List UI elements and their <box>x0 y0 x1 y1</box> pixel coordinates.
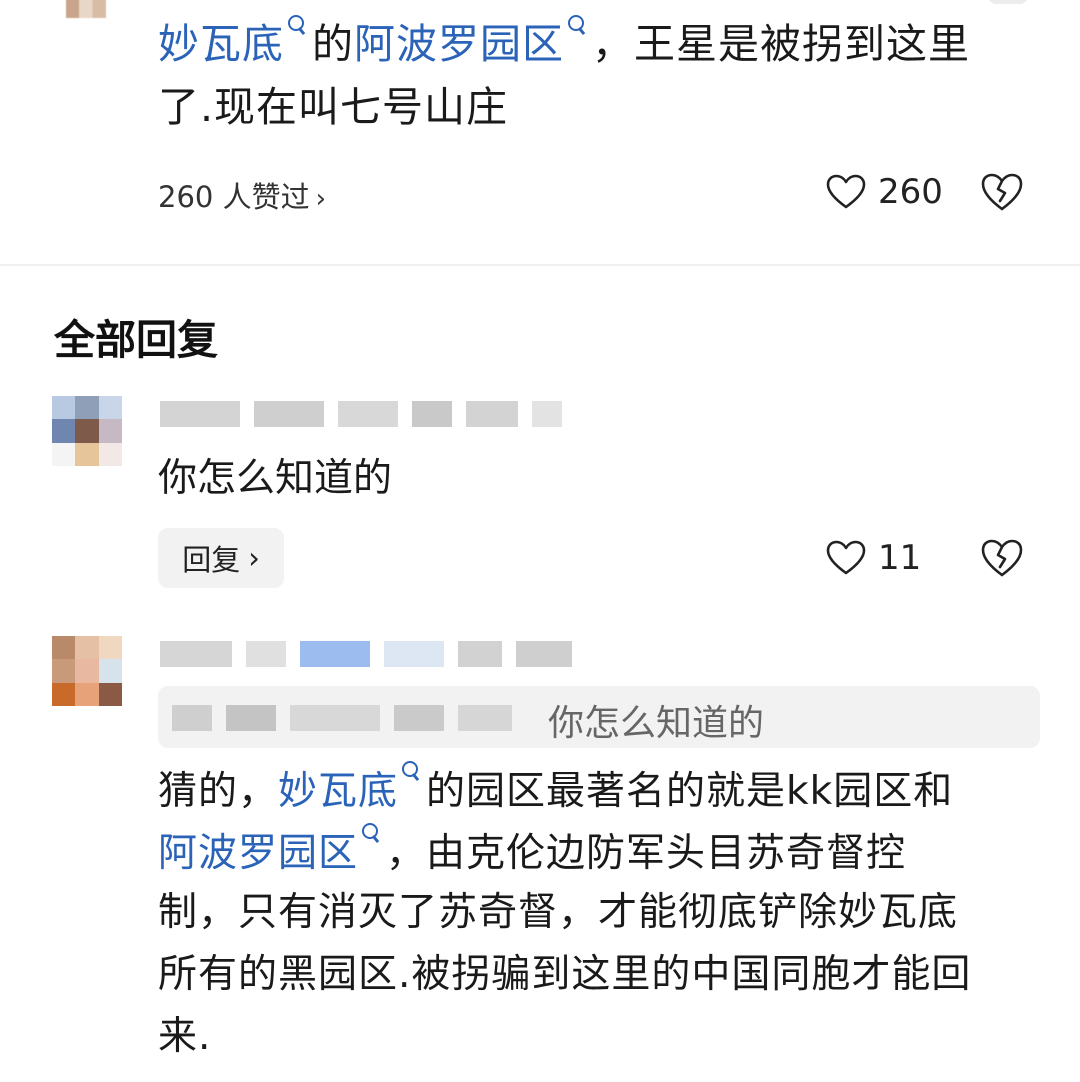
chevron-right-icon: › <box>315 184 326 214</box>
topic-link-apollo-park[interactable]: 阿波罗园区 <box>354 20 564 68</box>
comment-text: 的园区最著名的就是kk园区和 <box>426 769 954 814</box>
comment-thread-page: 妙瓦底 的阿波罗园区 ，王星是被拐到这里 了.现在叫七号山庄 260 人赞过 › 26… <box>0 0 1080 1082</box>
comment-text: 的 <box>312 20 354 68</box>
quoted-text: 你怎么知道的 <box>548 703 765 744</box>
comment-text: ，王星是被拐到这里 <box>592 20 970 68</box>
top-comment-line-2: 了.现在叫七号山庄 <box>158 83 509 131</box>
search-icon[interactable] <box>286 14 308 36</box>
heart-icon[interactable] <box>826 540 866 576</box>
username-blurred[interactable] <box>160 638 572 670</box>
comment-text: ，由克伦边防军头目苏奇督控 <box>386 831 907 876</box>
section-title: 全部回复 <box>54 316 218 364</box>
avatar[interactable] <box>52 396 122 466</box>
topic-link-apollo-park[interactable]: 阿波罗园区 <box>158 831 358 876</box>
username-blurred[interactable] <box>160 398 562 430</box>
quoted-username-blurred <box>172 702 512 734</box>
reply-button[interactable]: 回复 › <box>158 528 284 588</box>
reply-line-4: 所有的黑园区.被拐骗到这里的中国同胞才能回 <box>158 952 972 997</box>
chevron-right-icon: › <box>248 541 260 575</box>
reply-button-label: 回复 <box>182 543 241 577</box>
heart-icon[interactable] <box>826 174 866 210</box>
search-icon[interactable] <box>566 14 588 36</box>
likes-summary-label: 260 人赞过 <box>158 180 310 214</box>
broken-heart-icon[interactable] <box>980 538 1024 578</box>
reply-line-1: 猜的，妙瓦底 的园区最著名的就是kk园区和 <box>158 760 953 821</box>
corner-badge <box>988 0 1028 4</box>
comment-text: 猜的， <box>158 769 279 814</box>
likes-summary-link[interactable]: 260 人赞过 › <box>158 174 326 216</box>
section-divider <box>0 264 1080 266</box>
broken-heart-icon[interactable] <box>980 172 1024 212</box>
reply-line-2: 阿波罗园区 ，由克伦边防军头目苏奇督控 <box>158 822 906 883</box>
topic-link-miaowadi[interactable]: 妙瓦底 <box>158 20 284 68</box>
search-icon[interactable] <box>400 760 422 782</box>
reply-line-5: 来. <box>158 1014 212 1059</box>
like-count: 11 <box>878 538 922 578</box>
reply-text: 你怎么知道的 <box>158 456 393 501</box>
avatar[interactable] <box>66 0 106 18</box>
topic-link-miaowadi[interactable]: 妙瓦底 <box>278 769 398 814</box>
avatar[interactable] <box>52 636 122 706</box>
reply-line-3: 制，只有消灭了苏奇督，才能彻底铲除妙瓦底 <box>158 890 959 935</box>
top-comment-line-1: 妙瓦底 的阿波罗园区 ，王星是被拐到这里 <box>158 14 970 73</box>
search-icon[interactable] <box>360 822 382 844</box>
like-count: 260 <box>878 172 943 212</box>
